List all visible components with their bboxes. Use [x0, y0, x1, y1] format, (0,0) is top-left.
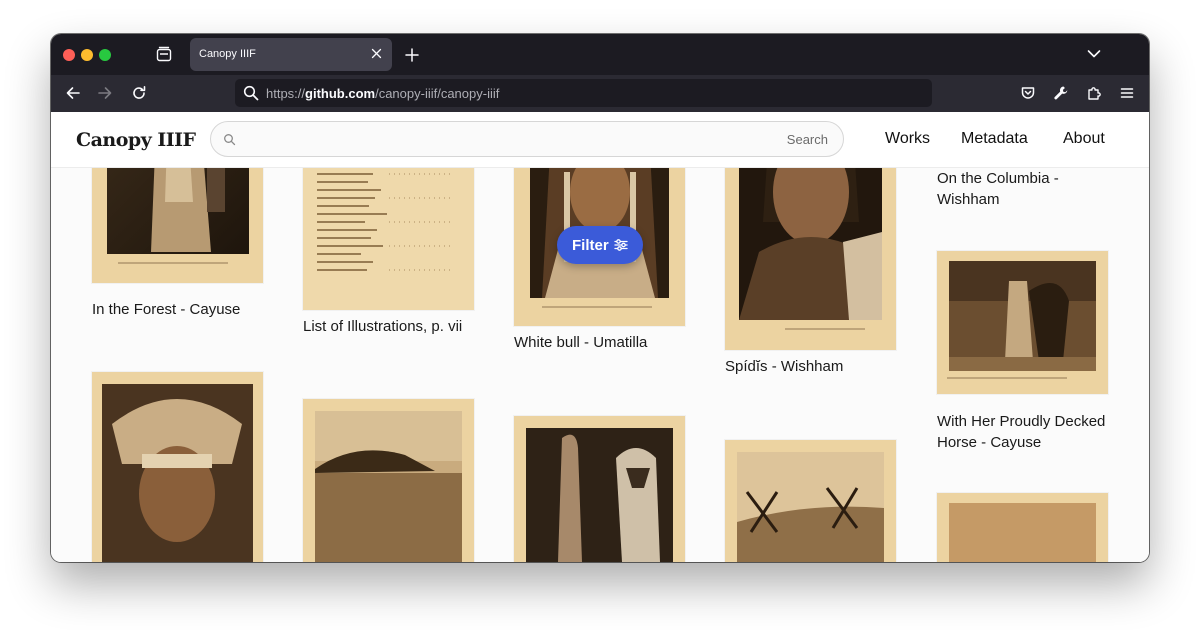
search-form[interactable]: Search: [210, 121, 844, 157]
work-title[interactable]: In the Forest - Cayuse: [92, 299, 263, 320]
work-thumbnail[interactable]: [514, 416, 685, 562]
site-logo[interactable]: Canopy IIIF: [76, 129, 196, 151]
tab-title: Canopy IIIF: [199, 48, 256, 60]
url-prefix: https://: [266, 86, 306, 101]
sliders-icon: [614, 239, 628, 251]
work-title[interactable]: With Her Proudly Decked Horse - Cayuse: [937, 411, 1108, 453]
tab-canopy-iiif[interactable]: Canopy IIIF: [190, 38, 392, 71]
arrow-right-icon[interactable]: [97, 85, 113, 101]
plus-icon[interactable]: [405, 48, 419, 62]
search-button[interactable]: Search: [787, 132, 828, 147]
work-thumbnail[interactable]: [725, 440, 896, 562]
chevron-down-icon[interactable]: [1087, 49, 1101, 59]
photo-carvings: [526, 428, 673, 562]
work-title[interactable]: Spídĭs - Wishham: [725, 356, 896, 377]
work-thumbnail[interactable]: [937, 493, 1108, 562]
photo-river: [315, 411, 462, 562]
tab-overview-icon[interactable]: [155, 45, 173, 63]
pocket-icon[interactable]: [1020, 85, 1036, 101]
nav-works[interactable]: Works: [885, 130, 930, 148]
search-icon: [224, 134, 236, 146]
arrow-left-icon[interactable]: [65, 85, 81, 101]
browser-window: Canopy IIIF https://github.com/canopy-ii…: [51, 34, 1149, 562]
web-page: In the Forest - Cayuse List of Illustrat…: [51, 112, 1149, 562]
photo-proudly-decked-horse: [949, 261, 1096, 371]
nav-about[interactable]: About: [1063, 130, 1105, 148]
work-thumbnail[interactable]: [92, 372, 263, 562]
photo-portrait: [102, 384, 253, 562]
work-title[interactable]: On the Columbia - Wishham: [937, 168, 1108, 210]
photo-partial: [949, 503, 1096, 562]
work-thumbnail[interactable]: [937, 251, 1108, 394]
url-bar[interactable]: https://github.com/canopy-iiif/canopy-ii…: [235, 79, 932, 107]
search-icon: [243, 85, 259, 101]
puzzle-icon[interactable]: [1086, 85, 1102, 101]
minimize-window-button[interactable]: [81, 49, 93, 61]
reload-icon[interactable]: [131, 85, 147, 101]
wrench-icon[interactable]: [1053, 85, 1069, 101]
work-title[interactable]: List of Illustrations, p. vii: [303, 316, 474, 337]
site-header: Canopy IIIF Search Works Metadata About: [51, 112, 1149, 168]
photo-landscape: [737, 452, 884, 562]
url-text[interactable]: https://github.com/canopy-iiif/canopy-ii…: [266, 86, 499, 101]
filter-button[interactable]: Filter: [557, 226, 643, 264]
hamburger-icon[interactable]: [1119, 85, 1135, 101]
close-icon[interactable]: [371, 48, 382, 59]
nav-metadata[interactable]: Metadata: [961, 130, 1028, 148]
close-window-button[interactable]: [63, 49, 75, 61]
works-grid: In the Forest - Cayuse List of Illustrat…: [51, 112, 1149, 562]
filter-label: Filter: [572, 237, 609, 254]
url-path: /canopy-iiif/canopy-iiif: [375, 86, 500, 101]
navigation-toolbar: https://github.com/canopy-iiif/canopy-ii…: [51, 75, 1149, 112]
work-title[interactable]: White bull - Umatilla: [514, 332, 685, 353]
work-thumbnail[interactable]: [303, 399, 474, 562]
zoom-window-button[interactable]: [99, 49, 111, 61]
tab-strip: Canopy IIIF: [51, 34, 1149, 75]
url-domain: github.com: [305, 86, 376, 101]
search-input[interactable]: [241, 128, 785, 152]
